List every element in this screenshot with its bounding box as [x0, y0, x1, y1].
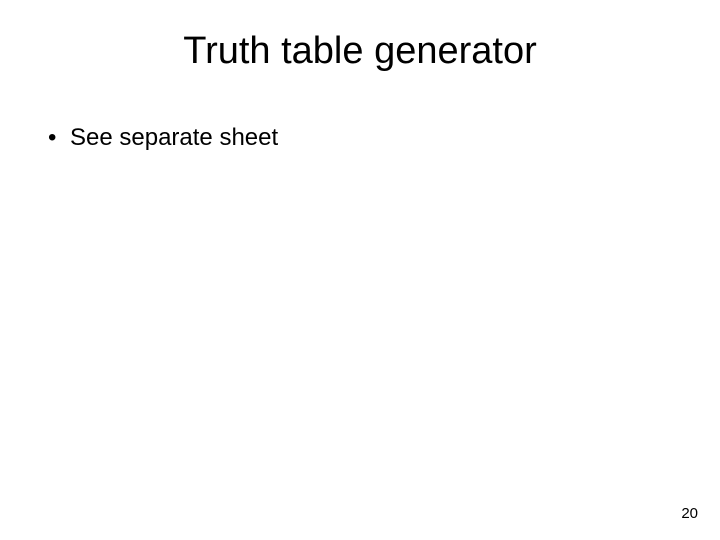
slide-container: Truth table generator See separate sheet… — [0, 0, 720, 540]
slide-title: Truth table generator — [30, 30, 690, 73]
page-number: 20 — [681, 505, 698, 522]
bullet-item: See separate sheet — [48, 121, 690, 155]
bullet-list: See separate sheet — [30, 121, 690, 155]
